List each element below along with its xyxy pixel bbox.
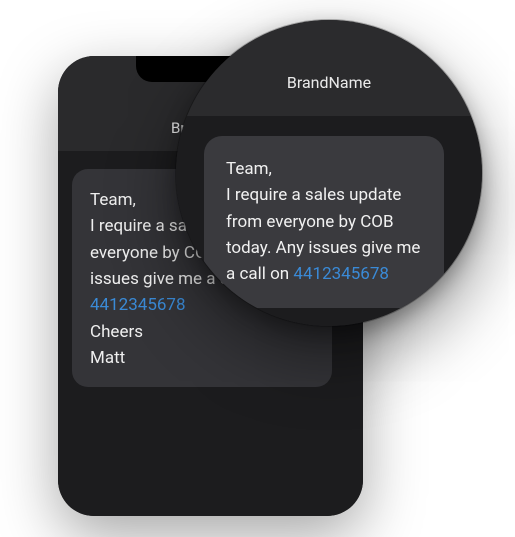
magnifier-message-bubble[interactable]: Team, I require a sales update from ever… [204,136,444,308]
magnifier-body: Team, I require a sales update from ever… [176,116,482,326]
message-sender: Matt [90,348,125,368]
magnifier-greeting: Team, [226,159,272,179]
magnifier-header: BrandName [176,20,482,116]
message-signoff: Cheers [90,322,143,342]
magnifier-brand-name: BrandName [287,73,371,92]
magnifier-phone-link[interactable]: 4412345678 [293,264,389,284]
magnifier-content: BrandName Team, I require a sales update… [176,20,482,326]
phone-number-link[interactable]: 4412345678 [90,295,186,315]
magnifier-lens: BrandName Team, I require a sales update… [176,20,482,326]
message-greeting: Team, [90,190,136,210]
